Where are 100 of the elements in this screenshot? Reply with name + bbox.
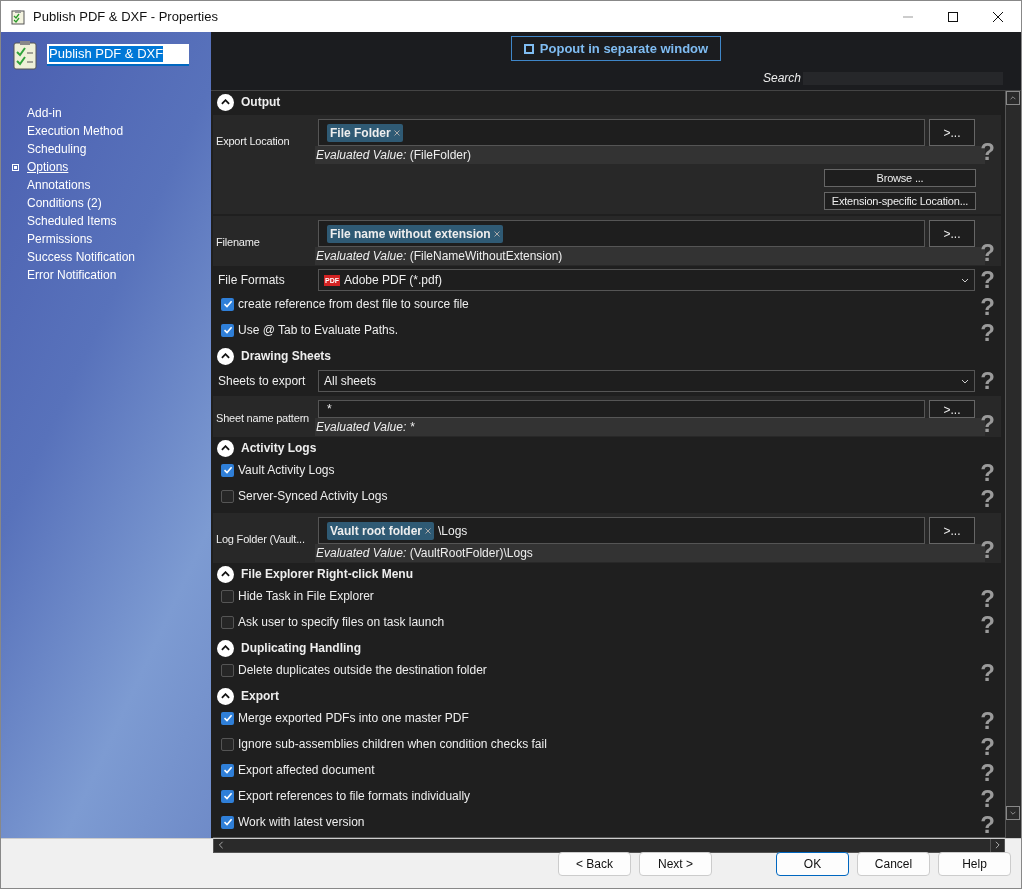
sidebar-item[interactable]: Options <box>27 158 69 176</box>
action-button[interactable]: Extension-specific Location... <box>824 192 976 210</box>
sidebar-item[interactable]: Conditions (2) <box>27 194 102 212</box>
help-icon[interactable]: ? <box>980 412 995 436</box>
checkbox-label: Ask user to specify files on task launch <box>238 614 445 631</box>
sidebar-item[interactable]: Success Notification <box>27 248 136 266</box>
checkbox-label: create reference from dest file to source file <box>238 296 469 313</box>
scroll-down-icon[interactable] <box>1006 806 1020 820</box>
collapse-icon[interactable] <box>217 565 234 583</box>
sidebar-item[interactable]: Error Notification <box>27 266 117 284</box>
help-icon[interactable]: ? <box>980 587 995 611</box>
input-field[interactable]: Vault root folder \Logs <box>318 517 925 544</box>
help-icon[interactable]: ? <box>980 140 995 164</box>
expression-button[interactable]: >... <box>929 517 975 544</box>
help-icon[interactable]: ? <box>980 487 995 511</box>
footer-button[interactable]: OK <box>776 851 849 876</box>
footer-button[interactable]: Cancel <box>857 851 930 876</box>
collapse-icon[interactable] <box>217 639 234 657</box>
field-label: Filename <box>216 235 261 251</box>
checkbox[interactable] <box>221 711 234 725</box>
help-icon[interactable]: ? <box>980 268 995 292</box>
sidebar-item[interactable]: Scheduled Items <box>27 212 117 230</box>
checkbox[interactable] <box>221 297 234 311</box>
checkbox[interactable] <box>221 463 234 477</box>
sidebar-item[interactable]: Scheduling <box>27 140 87 158</box>
expression-button[interactable]: >... <box>929 220 975 247</box>
evaluated-value: Evaluated Value: (FileNameWithoutExtension) <box>316 249 563 263</box>
checkbox[interactable] <box>221 737 234 751</box>
help-icon[interactable]: ? <box>980 321 995 345</box>
checkbox-label: Server-Synced Activity Logs <box>238 488 388 505</box>
help-icon[interactable]: ? <box>980 813 995 837</box>
popout-button[interactable]: Popout in separate window <box>510 36 722 61</box>
chevron-down-icon <box>961 378 969 384</box>
sidebar-item[interactable]: Permissions <box>27 230 93 248</box>
checkbox[interactable] <box>221 489 234 503</box>
checkbox[interactable] <box>221 323 234 337</box>
help-icon[interactable]: ? <box>980 709 995 733</box>
checkbox[interactable] <box>221 663 234 677</box>
sidebar-item[interactable]: Execution Method <box>27 122 124 140</box>
help-icon[interactable]: ? <box>980 538 995 562</box>
scroll-up-icon[interactable] <box>1006 91 1020 105</box>
help-icon[interactable]: ? <box>980 613 995 637</box>
section-title: Duplicating Handling <box>241 640 361 657</box>
help-icon[interactable]: ? <box>980 241 995 265</box>
field-label: File Formats <box>218 272 286 289</box>
checkbox[interactable] <box>221 615 234 629</box>
dropdown[interactable]: All sheets <box>318 370 975 392</box>
field-text: * <box>327 401 332 418</box>
bullet-icon <box>11 163 19 171</box>
help-icon[interactable]: ? <box>980 461 995 485</box>
input-field[interactable]: File name without extension <box>318 220 925 247</box>
help-icon[interactable]: ? <box>980 661 995 685</box>
evaluated-value: Evaluated Value: (VaultRootFolder)\Logs <box>316 546 533 560</box>
close-icon[interactable] <box>993 11 1003 22</box>
section-title: Export <box>241 688 279 705</box>
checkbox-label: Merge exported PDFs into one master PDF <box>238 710 469 727</box>
expression-button[interactable]: >... <box>929 119 975 146</box>
collapse-icon[interactable] <box>217 439 234 457</box>
footer-button[interactable]: < Back <box>558 851 631 876</box>
checklist-icon <box>13 40 37 70</box>
checkbox[interactable] <box>221 763 234 777</box>
checkbox[interactable] <box>221 789 234 803</box>
action-button[interactable]: Browse ... <box>824 169 976 187</box>
footer-button[interactable]: Help <box>938 851 1011 876</box>
maximize-icon[interactable] <box>948 11 958 22</box>
field-label: Sheets to export <box>218 373 307 390</box>
checkbox[interactable] <box>221 815 234 829</box>
checkbox[interactable] <box>221 589 234 603</box>
remove-icon[interactable] <box>425 527 431 534</box>
checkbox-label: Delete duplicates outside the destination folder <box>238 662 487 679</box>
expression-button[interactable]: >... <box>929 400 975 418</box>
field-label: Export Location <box>216 134 291 150</box>
checkbox-label: Export references to file formats individually <box>238 788 471 805</box>
help-icon[interactable]: ? <box>980 295 995 319</box>
window-title: Publish PDF & DXF - Properties <box>33 7 218 26</box>
sidebar-item[interactable]: Add-in <box>27 104 62 122</box>
checkbox-label: Hide Task in File Explorer <box>238 588 374 605</box>
section-title: Output <box>241 94 281 111</box>
field-text: \Logs <box>438 522 468 540</box>
help-icon[interactable]: ? <box>980 735 995 759</box>
remove-icon[interactable] <box>493 230 500 237</box>
collapse-icon[interactable] <box>217 687 234 705</box>
collapse-icon[interactable] <box>217 93 234 111</box>
checkbox-label: Export affected document <box>238 762 375 779</box>
section-title: File Explorer Right-click Menu <box>241 566 414 583</box>
help-icon[interactable]: ? <box>980 761 995 785</box>
footer-button[interactable]: Next > <box>639 851 712 876</box>
input-field[interactable]: File Folder <box>318 119 925 146</box>
horizontal-scrollbar[interactable] <box>213 837 1005 853</box>
collapse-icon[interactable] <box>217 347 234 365</box>
vertical-scrollbar[interactable] <box>1005 91 1021 838</box>
section-title: Activity Logs <box>241 440 317 457</box>
sidebar-item[interactable]: Annotations <box>27 176 91 194</box>
name-input-field[interactable]: Publish PDF & DXF <box>47 44 189 66</box>
remove-icon[interactable] <box>393 129 400 136</box>
checkbox-label: Work with latest version <box>238 814 365 831</box>
help-icon[interactable]: ? <box>980 787 995 811</box>
evaluated-value: Evaluated Value: * <box>316 420 415 434</box>
input-field[interactable]: * <box>318 400 925 418</box>
help-icon[interactable]: ? <box>980 369 995 393</box>
